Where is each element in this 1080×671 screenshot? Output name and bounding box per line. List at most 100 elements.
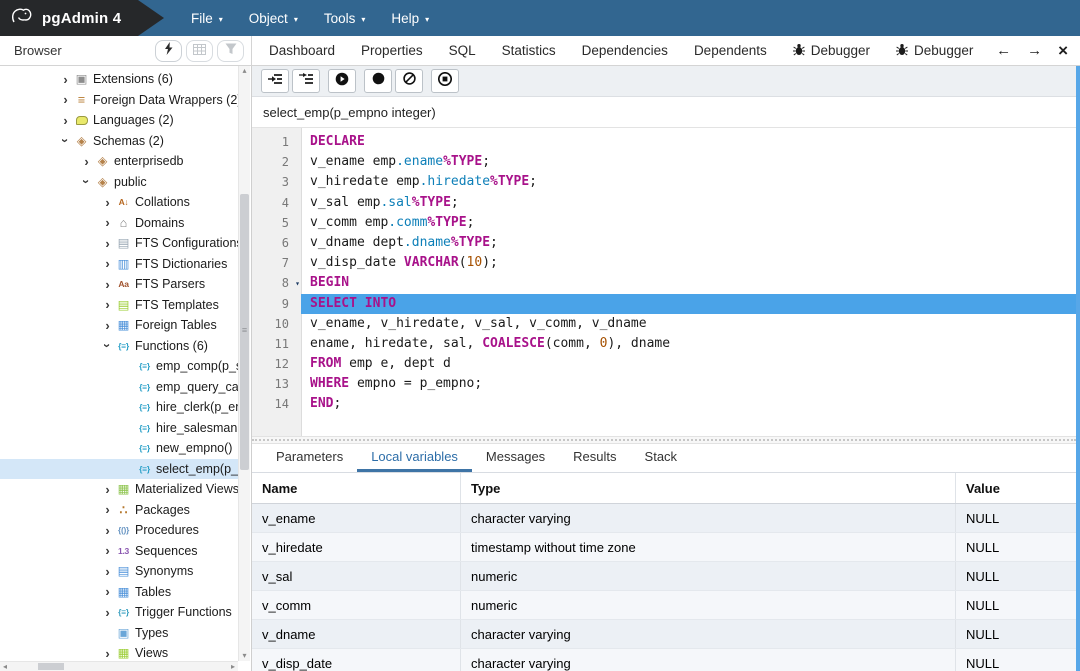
- scroll-tabs-left-button[interactable]: ←: [996, 43, 1011, 58]
- expand-chevron-icon[interactable]: ›: [100, 524, 115, 537]
- tab-debugger-6[interactable]: Debugger: [780, 36, 883, 65]
- bottom-tab-results[interactable]: Results: [559, 444, 630, 472]
- bottom-tab-local-variables[interactable]: Local variables: [357, 444, 472, 472]
- bottom-tab-messages[interactable]: Messages: [472, 444, 559, 472]
- tree-item-packages[interactable]: ›∴Packages: [0, 500, 238, 521]
- stop-button[interactable]: [431, 69, 459, 93]
- code-line-text[interactable]: FROM emp e, dept d: [301, 354, 1076, 374]
- expand-chevron-icon[interactable]: ›: [100, 503, 115, 516]
- scroll-tabs-right-button[interactable]: →: [1027, 43, 1042, 58]
- tree-vertical-scrollbar[interactable]: ▴ ▾: [238, 66, 250, 661]
- tree-item-select-emp-p-e[interactable]: ›{≡}select_emp(p_e: [0, 459, 238, 480]
- expand-chevron-icon[interactable]: ›: [100, 196, 115, 209]
- bottom-tab-stack[interactable]: Stack: [631, 444, 692, 472]
- tree-item-fts-templates[interactable]: ›▤FTS Templates: [0, 295, 238, 316]
- expand-chevron-icon[interactable]: ›: [100, 647, 115, 660]
- code-line-text[interactable]: v_disp_date VARCHAR(10);: [301, 253, 1076, 273]
- close-panel-button[interactable]: ×: [1058, 42, 1068, 59]
- code-line-text[interactable]: v_comm emp.comm%TYPE;: [301, 213, 1076, 233]
- menu-file[interactable]: File▾: [178, 0, 236, 36]
- expand-chevron-icon[interactable]: ›: [100, 565, 115, 578]
- expand-chevron-icon[interactable]: ›: [100, 278, 115, 291]
- expand-chevron-icon[interactable]: ›: [100, 298, 115, 311]
- tab-sql-2[interactable]: SQL: [436, 36, 489, 65]
- scroll-right-arrow[interactable]: ▸: [228, 662, 238, 671]
- menu-help[interactable]: Help▾: [378, 0, 442, 36]
- fold-marker-icon[interactable]: ▾: [295, 274, 300, 294]
- tree-item-trigger-functions[interactable]: ›{≡}Trigger Functions: [0, 602, 238, 623]
- scroll-left-arrow[interactable]: ◂: [0, 662, 10, 671]
- dependencies-grid-button[interactable]: [186, 40, 213, 62]
- tree-item-languages-2-[interactable]: ›Languages (2): [0, 110, 238, 131]
- step-into-button[interactable]: [261, 69, 289, 93]
- toggle-breakpoint-button[interactable]: [364, 69, 392, 93]
- expand-chevron-icon[interactable]: ›: [100, 544, 115, 557]
- quick-search-button[interactable]: [155, 40, 182, 62]
- line-number[interactable]: 2: [252, 152, 301, 172]
- tree-item-domains[interactable]: ›⌂Domains: [0, 213, 238, 234]
- line-number[interactable]: 11: [252, 334, 301, 354]
- code-line-text[interactable]: v_ename emp.ename%TYPE;: [301, 152, 1076, 172]
- expand-chevron-icon[interactable]: ›: [58, 73, 73, 86]
- tree-item-materialized-views[interactable]: ›▦Materialized Views: [0, 479, 238, 500]
- tab-dashboard-0[interactable]: Dashboard: [256, 36, 348, 65]
- menu-tools[interactable]: Tools▾: [311, 0, 379, 36]
- tab-dependents-5[interactable]: Dependents: [681, 36, 780, 65]
- tree-item-new-empno-[interactable]: ›{≡}new_empno(): [0, 438, 238, 459]
- tree-item-public[interactable]: ›◈public: [0, 172, 238, 193]
- scroll-up-arrow[interactable]: ▴: [239, 66, 250, 76]
- tree-item-foreign-data-wrappers-2-[interactable]: ›≡Foreign Data Wrappers (2): [0, 90, 238, 111]
- tree-item-functions-6-[interactable]: ›{≡}Functions (6): [0, 336, 238, 357]
- code-line-text[interactable]: BEGIN: [301, 273, 1076, 293]
- tree-item-fts-configurations[interactable]: ›▤FTS Configurations: [0, 233, 238, 254]
- tree-item-foreign-tables[interactable]: ›▦Foreign Tables: [0, 315, 238, 336]
- tree-item-enterprisedb[interactable]: ›◈enterprisedb: [0, 151, 238, 172]
- code-line-text[interactable]: WHERE empno = p_empno;: [301, 374, 1076, 394]
- expand-chevron-icon[interactable]: ›: [79, 155, 94, 168]
- scroll-down-arrow[interactable]: ▾: [239, 651, 250, 661]
- line-number[interactable]: 1: [252, 132, 301, 152]
- line-number[interactable]: 13: [252, 374, 301, 394]
- menu-object[interactable]: Object▾: [236, 0, 311, 36]
- line-number[interactable]: 10: [252, 314, 301, 334]
- line-number[interactable]: 5: [252, 213, 301, 233]
- tab-properties-1[interactable]: Properties: [348, 36, 436, 65]
- expand-chevron-icon[interactable]: ›: [100, 237, 115, 250]
- table-row[interactable]: v_salnumericNULL: [252, 562, 1076, 591]
- tree-item-types[interactable]: ›▣Types: [0, 623, 238, 644]
- expand-chevron-icon[interactable]: ›: [58, 114, 73, 127]
- tab-statistics-3[interactable]: Statistics: [489, 36, 569, 65]
- clear-breakpoints-button[interactable]: [395, 69, 423, 93]
- tree-item-tables[interactable]: ›▦Tables: [0, 582, 238, 603]
- bottom-tab-parameters[interactable]: Parameters: [262, 444, 357, 472]
- expand-chevron-icon[interactable]: ›: [100, 606, 115, 619]
- tree-item-emp-query-cal[interactable]: ›{≡}emp_query_cal: [0, 377, 238, 398]
- code-line-text[interactable]: END;: [301, 394, 1076, 414]
- tree-item-collations[interactable]: ›A↓Collations: [0, 192, 238, 213]
- tree-item-fts-parsers[interactable]: ›AaFTS Parsers: [0, 274, 238, 295]
- expand-chevron-icon[interactable]: ›: [100, 483, 115, 496]
- line-number[interactable]: 9: [252, 294, 301, 314]
- tree-item-hire-salesman-[interactable]: ›{≡}hire_salesman(: [0, 418, 238, 439]
- table-row[interactable]: v_hiredatetimestamp without time zoneNUL…: [252, 533, 1076, 562]
- continue-button[interactable]: [328, 69, 356, 93]
- line-number[interactable]: 12: [252, 354, 301, 374]
- table-row[interactable]: v_enamecharacter varyingNULL: [252, 504, 1076, 533]
- code-line-text[interactable]: DECLARE: [301, 132, 1076, 152]
- code-line-text[interactable]: v_dname dept.dname%TYPE;: [301, 233, 1076, 253]
- code-line-text[interactable]: v_hiredate emp.hiredate%TYPE;: [301, 172, 1076, 192]
- tree-vscroll-thumb[interactable]: [240, 194, 249, 470]
- table-row[interactable]: v_disp_datecharacter varyingNULL: [252, 649, 1076, 671]
- expand-chevron-icon[interactable]: ›: [100, 585, 115, 598]
- line-number[interactable]: 14: [252, 394, 301, 414]
- tree-item-procedures[interactable]: ›{()}Procedures: [0, 520, 238, 541]
- tree-item-synonyms[interactable]: ›▤Synonyms: [0, 561, 238, 582]
- editor-vertical-scrollbar[interactable]: [1076, 66, 1080, 671]
- panel-splitter[interactable]: [252, 436, 1076, 444]
- collapse-chevron-icon[interactable]: ›: [80, 174, 93, 189]
- tab-dependencies-4[interactable]: Dependencies: [569, 36, 681, 65]
- code-line-text[interactable]: SELECT INTO: [301, 294, 1076, 314]
- tree-item-extensions-6-[interactable]: ›▣Extensions (6): [0, 69, 238, 90]
- step-over-button[interactable]: [292, 69, 320, 93]
- table-row[interactable]: v_dnamecharacter varyingNULL: [252, 620, 1076, 649]
